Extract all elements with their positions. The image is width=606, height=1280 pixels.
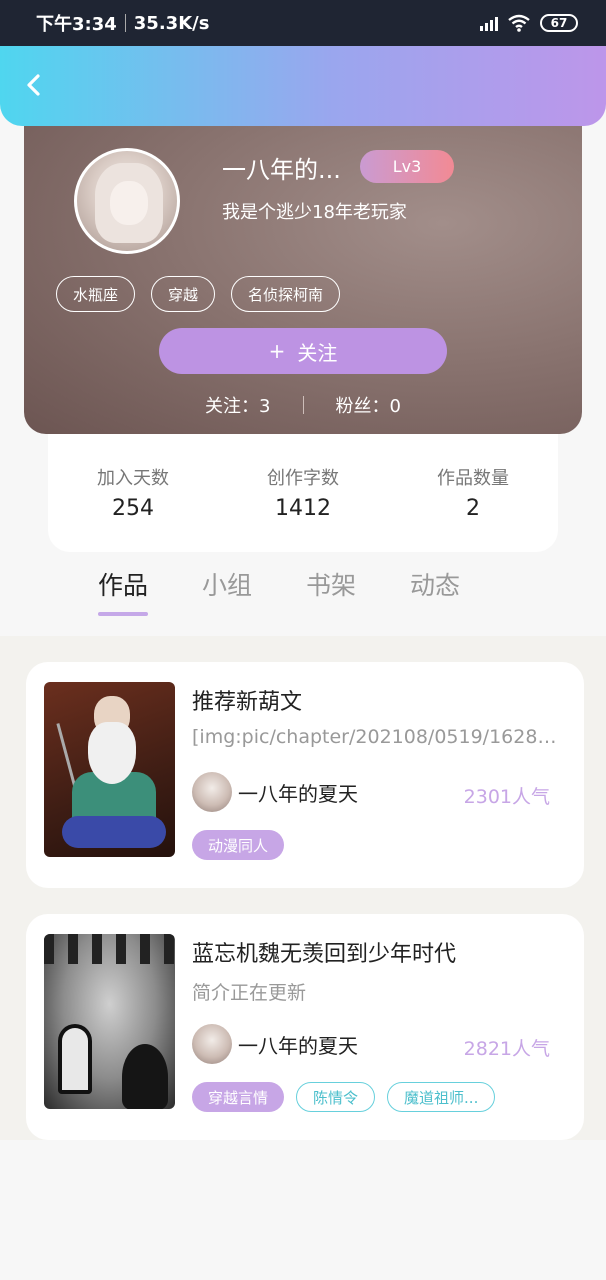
profile-tag[interactable]: 名侦探柯南 — [231, 276, 341, 312]
tab-works[interactable]: 作品 — [98, 566, 149, 616]
work-popularity: 2301人气 — [463, 786, 550, 808]
cover-lantern — [58, 1024, 92, 1094]
work-tag[interactable]: 陈情令 — [296, 1082, 376, 1112]
plus-icon: + — [268, 339, 286, 363]
tab-bookshelf[interactable]: 书架 — [306, 566, 356, 616]
work-tags: 穿越言情 陈情令 魔道祖师... — [192, 1082, 496, 1112]
stat-value: 2 — [466, 496, 480, 521]
status-divider — [124, 14, 126, 32]
wifi-icon — [508, 14, 530, 32]
work-author[interactable]: 一八年的夏天 — [192, 772, 358, 812]
network-speed: 35.3K/s — [133, 12, 210, 34]
signal-icon — [480, 15, 498, 31]
follow-label: 关注 — [297, 340, 338, 365]
author-avatar — [192, 1024, 232, 1064]
counts-divider — [302, 396, 304, 414]
avatar-face — [110, 181, 148, 225]
username: 一八年的... — [222, 156, 341, 184]
author-name: 一八年的夏天 — [238, 781, 358, 806]
work-title[interactable]: 蓝忘机魏无羡回到少年时代 — [192, 936, 456, 968]
followers-count[interactable]: 粉丝：0 — [336, 392, 401, 418]
level-badge: Lv3 — [360, 150, 454, 183]
work-card[interactable]: 推荐新葫文 [img:pic/chapter/202108/0519/16281… — [26, 662, 584, 888]
follow-counts: 关注：3 粉丝：0 — [24, 392, 582, 418]
header-bar — [0, 46, 606, 126]
cover-figure — [122, 1044, 168, 1109]
work-description: 简介正在更新 — [192, 982, 307, 1004]
work-tag[interactable]: 动漫同人 — [192, 830, 285, 860]
profile-tag[interactable]: 水瓶座 — [56, 276, 136, 312]
work-cover-image[interactable] — [44, 934, 175, 1109]
work-description: [img:pic/chapter/202108/0519/162816... — [192, 726, 562, 748]
user-bio: 我是个逃少18年老玩家 — [222, 202, 407, 223]
profile-tags: 水瓶座 穿越 名侦探柯南 — [56, 276, 341, 312]
stat-label: 创作字数 — [267, 468, 339, 489]
profile-tabs: 作品 小组 书架 动态 — [98, 566, 460, 616]
user-stats: 加入天数 254 创作字数 1412 作品数量 2 — [48, 420, 558, 552]
tab-activity[interactable]: 动态 — [410, 566, 460, 616]
cover-legs — [62, 816, 166, 848]
author-name: 一八年的夏天 — [238, 1033, 358, 1058]
stat-label: 加入天数 — [97, 468, 169, 489]
work-author[interactable]: 一八年的夏天 — [192, 1024, 358, 1064]
stat-value: 254 — [112, 496, 154, 521]
work-cover-image[interactable] — [44, 682, 175, 857]
work-card[interactable]: 蓝忘机魏无羡回到少年时代 简介正在更新 一八年的夏天 2821人气 穿越言情 陈… — [26, 914, 584, 1140]
stat-works-count: 作品数量 2 — [403, 464, 543, 552]
work-tags: 动漫同人 — [192, 830, 285, 860]
avatar[interactable] — [74, 148, 180, 254]
work-popularity: 2821人气 — [463, 1038, 550, 1060]
works-list: 推荐新葫文 [img:pic/chapter/202108/0519/16281… — [0, 636, 606, 1140]
stat-label: 作品数量 — [437, 468, 509, 489]
status-bar: 下午3:34 35.3K/s 67 — [0, 0, 606, 46]
stat-join-days: 加入天数 254 — [63, 464, 203, 552]
profile-tag[interactable]: 穿越 — [151, 276, 216, 312]
chevron-left-icon — [27, 74, 40, 96]
follow-button[interactable]: + 关注 — [159, 328, 447, 374]
stat-value: 1412 — [275, 496, 331, 521]
tab-groups[interactable]: 小组 — [202, 566, 252, 616]
work-title[interactable]: 推荐新葫文 — [192, 684, 302, 716]
cover-bats — [44, 934, 175, 964]
profile-card: 一八年的... Lv3 我是个逃少18年老玩家 水瓶座 穿越 名侦探柯南 + 关… — [24, 110, 582, 434]
following-count[interactable]: 关注：3 — [205, 392, 270, 418]
cover-beard — [88, 722, 136, 784]
work-tag[interactable]: 魔道祖师... — [387, 1082, 496, 1112]
battery-icon: 67 — [540, 14, 578, 32]
status-time: 下午3:34 — [36, 14, 117, 35]
work-tag[interactable]: 穿越言情 — [192, 1082, 285, 1112]
author-avatar — [192, 772, 232, 812]
back-button[interactable] — [18, 70, 48, 100]
stat-word-count: 创作字数 1412 — [233, 464, 373, 552]
